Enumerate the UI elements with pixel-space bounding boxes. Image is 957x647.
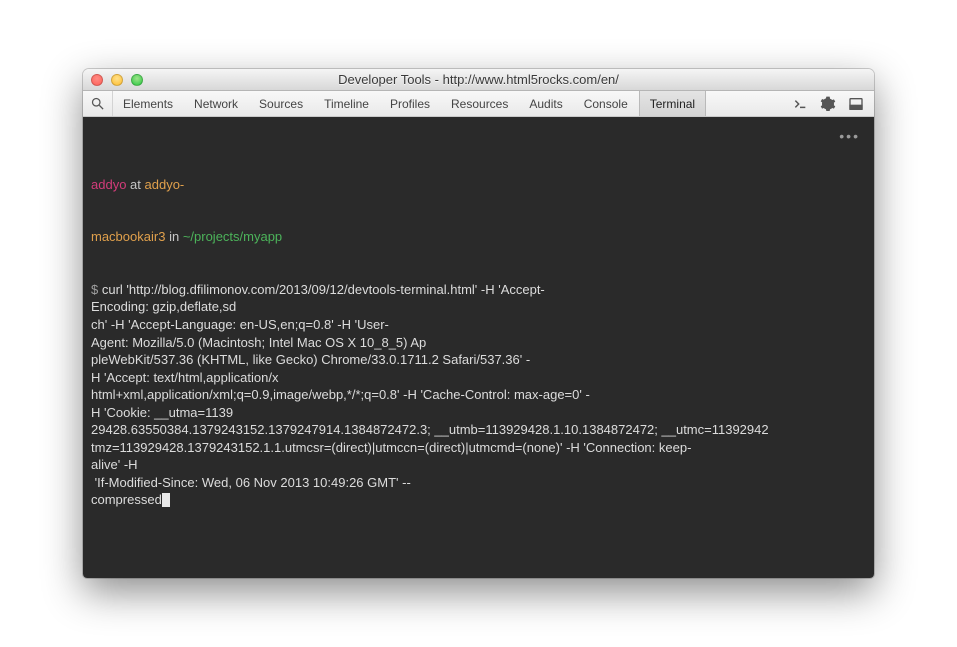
devtools-tabs: Elements Network Sources Timeline Profil…	[113, 91, 706, 116]
tab-terminal[interactable]: Terminal	[639, 91, 706, 116]
traffic-lights	[91, 74, 143, 86]
toolbar-spacer	[706, 91, 782, 116]
prompt-user: addyo	[91, 177, 126, 192]
prompt-dollar: $	[91, 282, 98, 297]
terminal-cursor	[162, 493, 170, 507]
tab-label: Network	[194, 97, 238, 111]
prompt-host-prefix: addyo-	[145, 177, 185, 192]
minimize-button[interactable]	[111, 74, 123, 86]
tab-resources[interactable]: Resources	[441, 91, 519, 116]
cmd-line: Encoding: gzip,deflate,sd	[91, 299, 236, 314]
cmd-line: tmz=113929428.1379243152.1.1.utmcsr=(dir…	[91, 440, 691, 455]
tab-sources[interactable]: Sources	[249, 91, 314, 116]
cmd-line: Agent: Mozilla/5.0 (Macintosh; Intel Mac…	[91, 335, 426, 350]
tab-timeline[interactable]: Timeline	[314, 91, 380, 116]
tab-label: Elements	[123, 97, 173, 111]
dock-icon[interactable]	[848, 96, 864, 112]
inspect-icon[interactable]	[83, 91, 113, 116]
cmd-line: html+xml,application/xml;q=0.9,image/web…	[91, 387, 590, 402]
cmd-line: compressed	[91, 492, 162, 507]
tab-label: Resources	[451, 97, 508, 111]
close-button[interactable]	[91, 74, 103, 86]
cmd-line: curl 'http://blog.dfilimonov.com/2013/09…	[102, 282, 545, 297]
tab-audits[interactable]: Audits	[519, 91, 573, 116]
cmd-line: ch' -H 'Accept-Language: en-US,en;q=0.8'…	[91, 317, 389, 332]
devtools-toolbar: Elements Network Sources Timeline Profil…	[83, 91, 874, 117]
terminal-pane[interactable]: ••• addyo at addyo- macbookair3 in ~/pro…	[83, 117, 874, 578]
tab-network[interactable]: Network	[184, 91, 249, 116]
tab-label: Audits	[529, 97, 562, 111]
prompt-at: at	[130, 177, 141, 192]
titlebar[interactable]: Developer Tools - http://www.html5rocks.…	[83, 69, 874, 91]
tab-label: Terminal	[650, 97, 695, 111]
cmd-line: H 'Accept: text/html,application/x	[91, 370, 278, 385]
tab-label: Console	[584, 97, 628, 111]
zoom-button[interactable]	[131, 74, 143, 86]
prompt-path: ~/projects/myapp	[183, 229, 282, 244]
tab-label: Sources	[259, 97, 303, 111]
prompt-host-suffix: macbookair3	[91, 229, 165, 244]
tab-label: Timeline	[324, 97, 369, 111]
terminal-more-icon[interactable]: •••	[839, 127, 860, 146]
window-title: Developer Tools - http://www.html5rocks.…	[83, 72, 874, 87]
settings-gear-icon[interactable]	[820, 96, 836, 112]
cmd-line: H 'Cookie: __utma=1139	[91, 405, 233, 420]
toggle-drawer-icon[interactable]	[792, 96, 808, 112]
toolbar-right-icons	[782, 91, 874, 116]
cmd-line: pleWebKit/537.36 (KHTML, like Gecko) Chr…	[91, 352, 530, 367]
tab-label: Profiles	[390, 97, 430, 111]
window: Developer Tools - http://www.html5rocks.…	[83, 69, 874, 578]
cmd-line: 29428.63550384.1379243152.1379247914.138…	[91, 422, 769, 437]
cmd-line: alive' -H	[91, 457, 138, 472]
cmd-line: 'If-Modified-Since: Wed, 06 Nov 2013 10:…	[91, 475, 411, 490]
command-block: $ curl 'http://blog.dfilimonov.com/2013/…	[91, 281, 866, 509]
prompt-in: in	[169, 229, 179, 244]
tab-console[interactable]: Console	[574, 91, 639, 116]
prompt-line-2: macbookair3 in ~/projects/myapp	[91, 228, 866, 246]
prompt-line-1: addyo at addyo-	[91, 176, 866, 194]
tab-profiles[interactable]: Profiles	[380, 91, 441, 116]
tab-elements[interactable]: Elements	[113, 91, 184, 116]
